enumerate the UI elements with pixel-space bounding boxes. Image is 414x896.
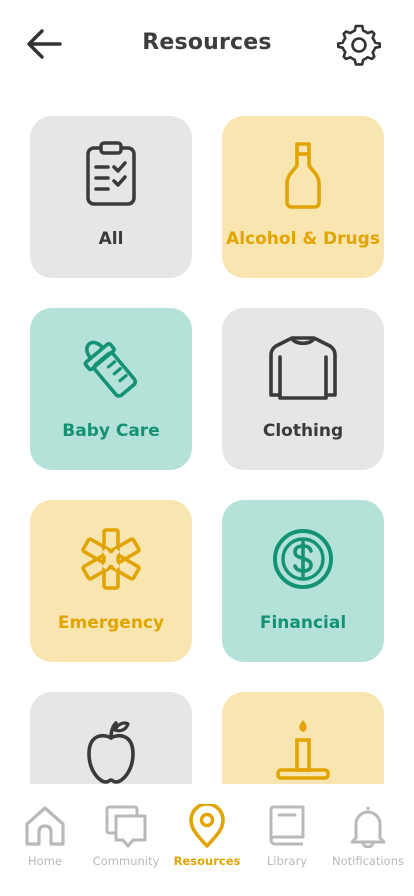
category-tile-all[interactable]: All — [30, 116, 192, 278]
header: Resources — [0, 0, 414, 90]
dollar-circle-icon — [273, 529, 333, 589]
tab-home[interactable]: Home — [4, 804, 86, 874]
baby-bottle-icon — [83, 340, 138, 398]
gear-icon — [336, 24, 382, 66]
category-label: Clothing — [262, 421, 344, 441]
category-tile-food[interactable] — [30, 692, 192, 784]
category-label: Baby Care — [62, 421, 160, 441]
apple-icon — [87, 721, 135, 784]
tab-label: Community — [92, 854, 160, 868]
candle-icon — [276, 720, 330, 780]
clipboard-checklist-icon — [86, 141, 136, 206]
tab-resources[interactable]: Resources — [166, 804, 248, 874]
chat-bubbles-icon — [105, 805, 147, 848]
tab-label: Library — [266, 854, 308, 868]
category-label: Alcohol & Drugs — [226, 229, 380, 249]
tab-notifications[interactable]: Notifications — [327, 804, 409, 874]
category-tile-candle[interactable] — [222, 692, 384, 784]
tab-community[interactable]: Community — [85, 804, 167, 874]
bottom-tab-bar: Home Community Resources Library Notific… — [0, 784, 414, 896]
category-label: Emergency — [57, 613, 165, 633]
book-icon — [269, 805, 305, 846]
category-tile-baby-care[interactable]: Baby Care — [30, 308, 192, 470]
category-tile-clothing[interactable]: Clothing — [222, 308, 384, 470]
category-tile-alcohol-drugs[interactable]: Alcohol & Drugs — [222, 116, 384, 278]
tab-library[interactable]: Library — [246, 804, 328, 874]
bell-icon — [350, 807, 386, 848]
category-label: Financial — [259, 613, 347, 633]
category-tile-emergency[interactable]: Emergency — [30, 500, 192, 662]
home-icon — [25, 806, 65, 846]
tab-label: Notifications — [332, 854, 404, 868]
settings-button[interactable] — [336, 23, 382, 67]
sweater-icon — [269, 336, 337, 400]
map-pin-icon — [189, 804, 225, 848]
tab-label: Home — [28, 854, 62, 868]
medical-star-icon — [81, 528, 141, 590]
tab-label: Resources — [173, 854, 241, 868]
category-tile-financial[interactable]: Financial — [222, 500, 384, 662]
bottle-icon — [285, 142, 321, 209]
category-grid: All Alcohol & Drugs Baby Care Clothing E… — [0, 90, 414, 784]
category-label: All — [98, 229, 124, 249]
